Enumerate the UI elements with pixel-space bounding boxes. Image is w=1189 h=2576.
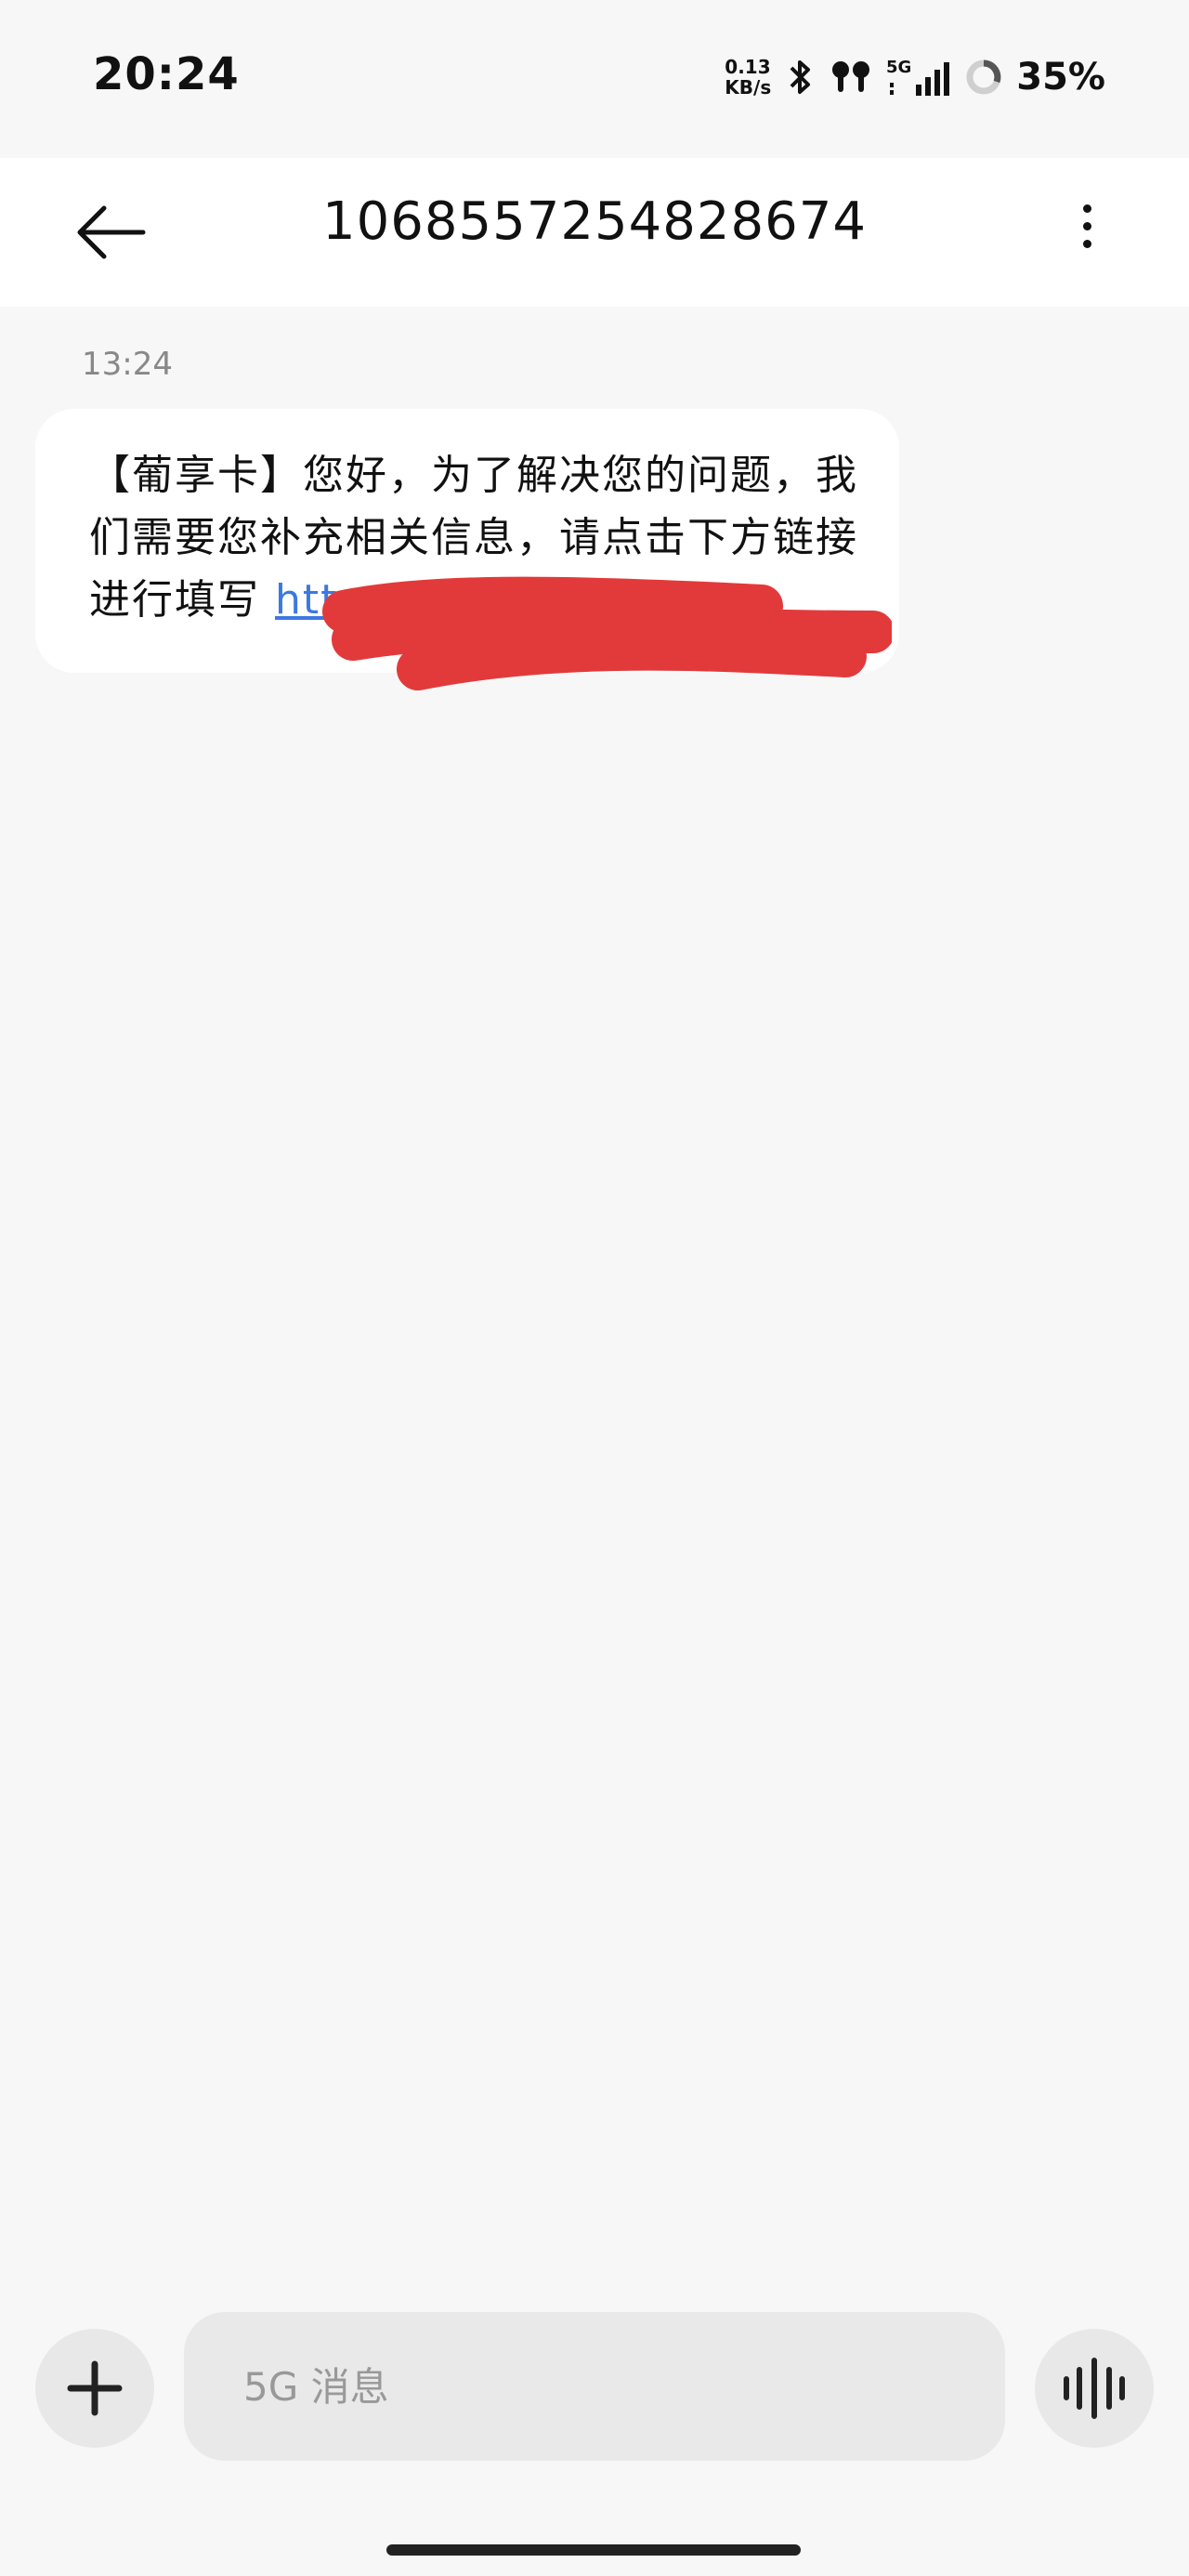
net-speed: 0.13 KB/s xyxy=(725,57,771,98)
add-attachment-button[interactable] xyxy=(35,2329,154,2448)
status-bar: 20:24 0.13 KB/s 5G 35% xyxy=(0,0,1189,158)
net-speed-value: 0.13 xyxy=(725,56,771,78)
more-dot xyxy=(1082,204,1091,213)
more-dot xyxy=(1082,240,1091,248)
status-time: 20:24 xyxy=(93,48,240,100)
app-bar: 1068557254828674 xyxy=(0,158,1189,307)
more-options-button[interactable] xyxy=(1068,195,1105,269)
earbuds-icon xyxy=(832,61,870,92)
voice-wave-icon xyxy=(1064,2358,1125,2419)
message-input[interactable] xyxy=(184,2312,1005,2461)
more-dot xyxy=(1082,222,1091,230)
network-type-label: 5G xyxy=(886,58,911,77)
voice-input-button[interactable] xyxy=(1035,2329,1154,2448)
bluetooth-icon xyxy=(790,60,811,94)
message-timestamp: 13:24 xyxy=(82,346,173,383)
cellular-5g-icon: 5G xyxy=(886,58,950,96)
battery-ring-icon xyxy=(966,59,1001,95)
battery-percent: 35% xyxy=(1016,56,1105,99)
conversation-title: 1068557254828674 xyxy=(321,191,868,252)
status-icons: 0.13 KB/s 5G 35% xyxy=(725,54,1105,100)
redaction-scribble xyxy=(322,576,892,690)
home-indicator[interactable] xyxy=(386,2544,801,2556)
plus-icon xyxy=(67,2360,123,2416)
net-speed-unit: KB/s xyxy=(725,76,772,99)
composer-bar xyxy=(0,2305,1189,2491)
